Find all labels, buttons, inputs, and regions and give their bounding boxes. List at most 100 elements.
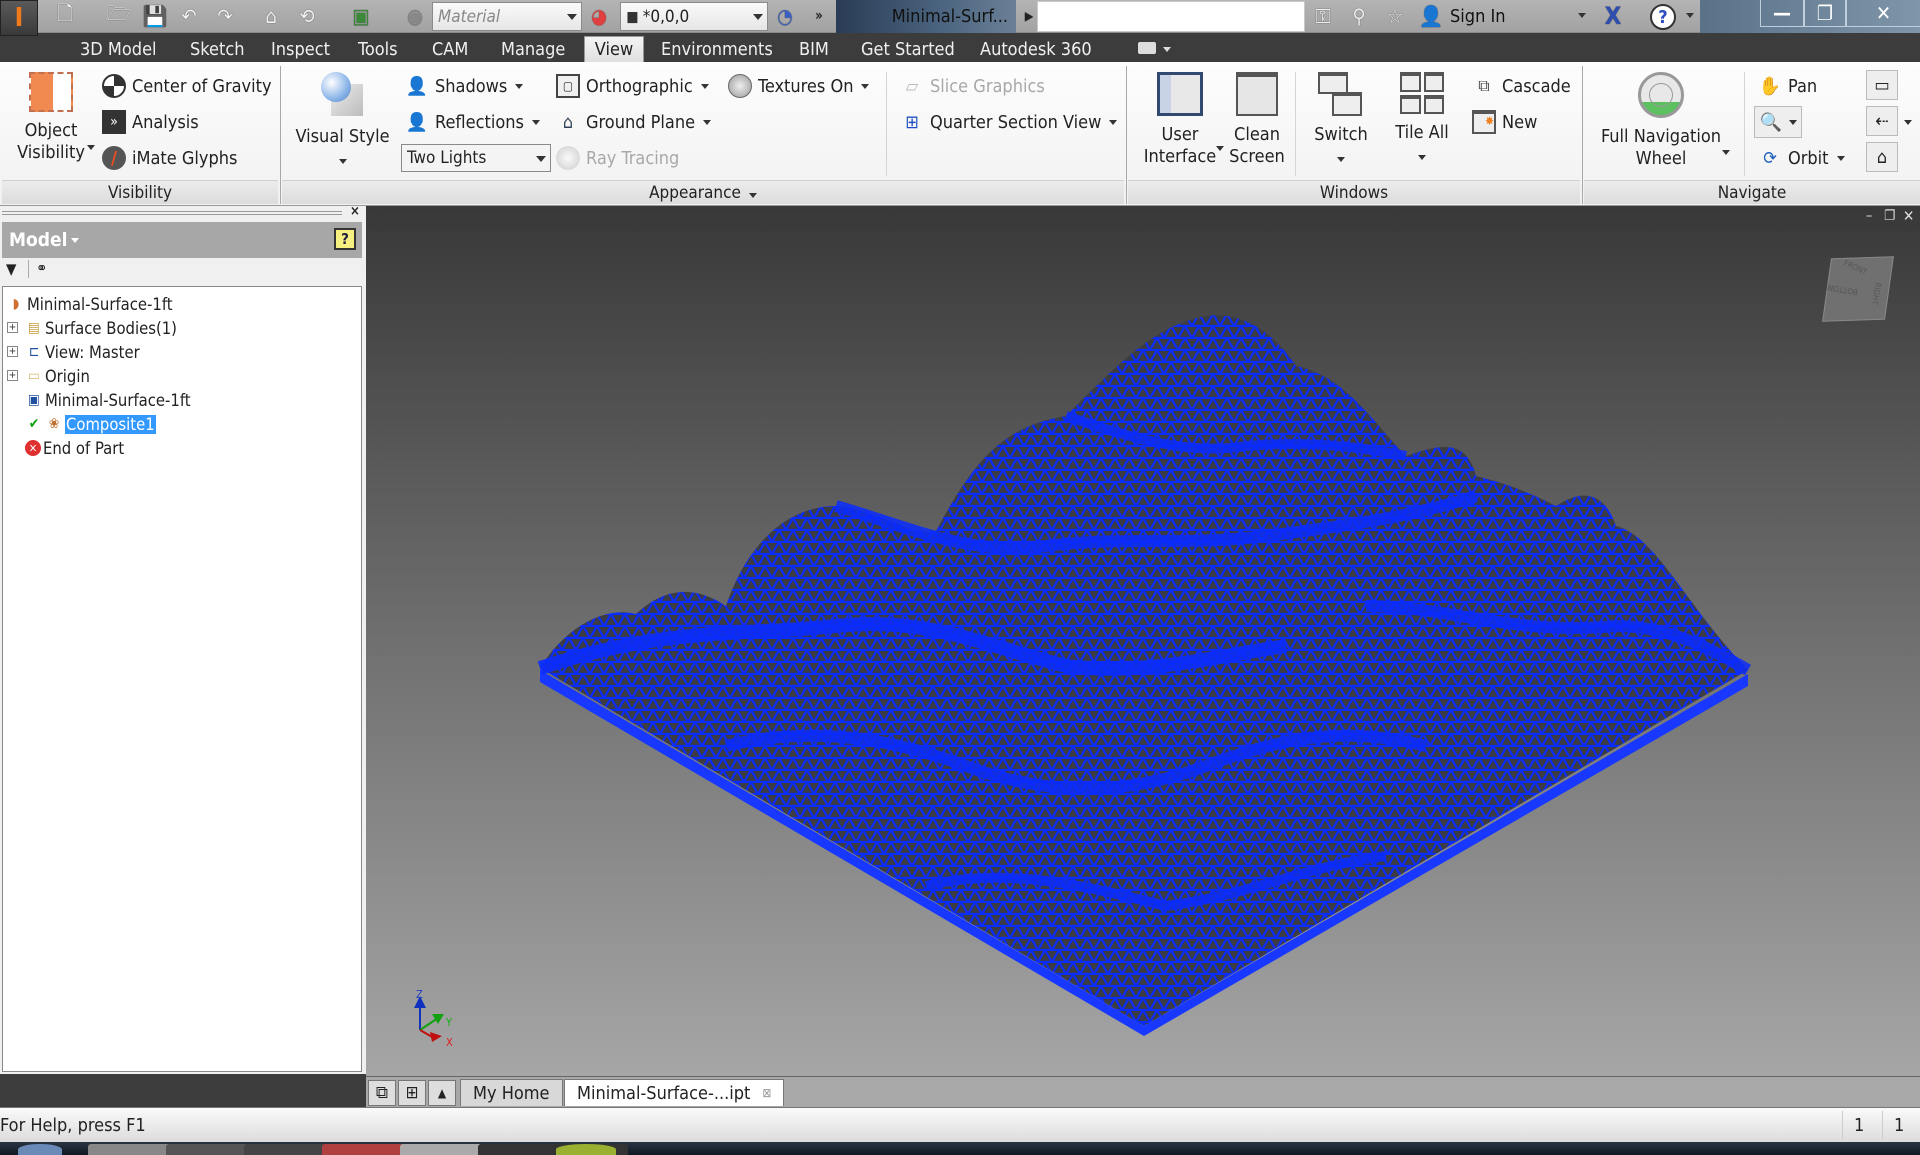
tab-environments[interactable]: Environments — [655, 36, 779, 62]
tab-close-icon[interactable]: ⊠ — [762, 1086, 771, 1100]
browser-help-icon[interactable]: ? — [334, 228, 356, 250]
color-wheel-icon[interactable]: ◕ — [586, 4, 612, 28]
quarter-section-view-button[interactable]: ⊞ Quarter Section View — [900, 110, 1118, 134]
object-visibility-dropdown-icon[interactable] — [87, 145, 95, 150]
satellite-icon[interactable]: ⚲ — [1346, 4, 1372, 28]
clean-screen-button[interactable]: Clean Screen — [1226, 72, 1288, 168]
imate-glyphs-button[interactable]: / iMate Glyphs — [102, 146, 237, 170]
user-interface-dropdown-icon[interactable] — [1216, 146, 1224, 151]
shadows-button[interactable]: 👤 Shadows — [405, 74, 524, 98]
new-icon[interactable]: 🗋 — [52, 1, 78, 28]
ribbon-options-icon[interactable] — [1163, 47, 1171, 52]
previous-view-button[interactable]: ⇠ — [1866, 106, 1898, 136]
tree-node[interactable]: ▣ Minimal-Surface-1ft — [25, 389, 191, 411]
user-interface-button[interactable]: User Interface — [1140, 72, 1220, 168]
browser-close-icon[interactable]: × — [350, 204, 360, 219]
minimize-ribbon-icon[interactable] — [1138, 42, 1156, 54]
imate-glyphs-icon: / — [102, 146, 126, 170]
reflections-button[interactable]: 👤 Reflections — [405, 110, 540, 134]
tab-my-home[interactable]: My Home — [460, 1079, 563, 1106]
object-visibility-button[interactable]: Object Visibility — [10, 72, 92, 164]
find-icon[interactable]: ⚭ — [36, 259, 47, 277]
visual-style-button[interactable]: Visual Style — [290, 72, 395, 170]
material-dropdown[interactable]: Material — [432, 2, 582, 31]
tab-cam[interactable]: CAM — [426, 36, 474, 62]
previous-view-dropdown-icon[interactable] — [1904, 120, 1912, 125]
star-icon[interactable]: ☆ — [1382, 4, 1408, 28]
start-button[interactable] — [18, 1144, 62, 1155]
expand-icon[interactable]: + — [7, 322, 18, 333]
lighting-style-dropdown[interactable]: Two Lights — [401, 144, 551, 172]
tile-windows-icon[interactable]: ⊞ — [398, 1080, 426, 1106]
cascade-button[interactable]: ⧉ Cascade — [1472, 74, 1570, 98]
overflow-icon[interactable]: » — [806, 4, 832, 28]
viewcube[interactable]: FRONT BOTTOM RIGHT — [1821, 251, 1896, 326]
material-sphere-icon[interactable]: ◉ — [402, 4, 428, 28]
restore-button[interactable]: ❐ — [1804, 0, 1846, 27]
tab-inspect[interactable]: Inspect — [265, 36, 336, 62]
tab-3d-model[interactable]: 3D Model — [74, 36, 163, 62]
tree-node[interactable]: ◗ Minimal-Surface-1ft — [7, 293, 173, 315]
return-icon[interactable]: ⟲ — [294, 4, 320, 28]
appearance-panel-label[interactable]: Appearance — [282, 180, 1124, 204]
tree-node[interactable]: ✕ End of Part — [25, 437, 124, 459]
orthographic-button[interactable]: ▢ Orthographic — [556, 74, 709, 98]
browser-grip[interactable] — [2, 211, 342, 215]
close-button[interactable]: ✕ — [1846, 0, 1920, 27]
switch-button[interactable]: Switch — [1304, 72, 1378, 168]
update-icon[interactable]: ▣ — [348, 4, 374, 28]
textures-on-button[interactable]: Textures On — [728, 74, 870, 98]
sign-in-link[interactable]: Sign In — [1450, 6, 1506, 27]
redo-icon[interactable]: ↷ — [212, 4, 238, 28]
taskbar-item[interactable] — [556, 1144, 616, 1155]
home-view-button[interactable]: ⌂ — [1866, 142, 1898, 172]
key-icon[interactable]: ⚿ — [1310, 4, 1336, 28]
tree-node[interactable]: + ▤ Surface Bodies(1) — [3, 317, 177, 339]
tab-autodesk-360[interactable]: Autodesk 360 — [974, 36, 1098, 62]
tree-node[interactable]: + ▭ Origin — [3, 365, 90, 387]
appearance-dropdown[interactable]: ◼ *0,0,0 — [620, 2, 768, 31]
search-input[interactable] — [1037, 1, 1305, 32]
app-menu-button[interactable]: I — [0, 0, 38, 36]
filter-icon[interactable]: ▼ — [6, 260, 16, 278]
full-navigation-wheel-button[interactable]: Full Navigation Wheel — [1596, 72, 1726, 170]
help-icon[interactable]: ? — [1650, 4, 1676, 30]
tree-node[interactable]: + ⊏ View: Master — [3, 341, 140, 363]
ray-tracing-button[interactable]: Ray Tracing — [556, 146, 679, 170]
look-at-button[interactable]: ▭ — [1866, 70, 1898, 100]
expand-icon[interactable]: + — [7, 346, 18, 357]
tile-all-button[interactable]: Tile All — [1384, 72, 1460, 166]
adjust-icon[interactable]: ◔ — [772, 4, 798, 28]
tab-manage[interactable]: Manage — [495, 36, 571, 62]
ground-plane-button[interactable]: ⌂ Ground Plane — [556, 110, 712, 134]
new-window-button[interactable]: ✸ New — [1472, 110, 1537, 134]
orbit-button[interactable]: ⟳ Orbit — [1758, 146, 1845, 170]
navigation-wheel-dropdown-icon[interactable] — [1722, 150, 1730, 155]
graphics-viewport[interactable]: – ❐ ✕ FRONT BOTTOM RIGHT Z Y X — [366, 206, 1920, 1076]
tab-minimal-surface[interactable]: Minimal-Surface-...ipt ⊠ — [564, 1079, 785, 1106]
zoom-button[interactable]: 🔍 — [1754, 106, 1802, 138]
expand-icon[interactable]: + — [7, 370, 18, 381]
open-icon[interactable]: 🗁 — [106, 1, 132, 28]
undo-icon[interactable]: ↶ — [176, 4, 202, 28]
pan-button[interactable]: ✋ Pan — [1758, 74, 1817, 98]
tab-bim[interactable]: BIM — [793, 36, 835, 62]
cascade-windows-icon[interactable]: ⧉ — [368, 1080, 396, 1106]
save-icon[interactable]: 💾 — [142, 4, 168, 28]
tab-sketch[interactable]: Sketch — [184, 36, 251, 62]
slice-graphics-button[interactable]: ▱ Slice Graphics — [900, 74, 1045, 98]
user-icon[interactable]: 👤 — [1418, 4, 1444, 28]
tab-view[interactable]: View — [584, 36, 644, 62]
browser-header[interactable]: Model ? — [2, 222, 362, 258]
exchange-icon[interactable]: X — [1600, 2, 1626, 30]
analysis-button[interactable]: » Analysis — [102, 110, 199, 134]
tab-get-started[interactable]: Get Started — [855, 36, 961, 62]
open-documents-icon[interactable]: ▲ — [428, 1080, 456, 1106]
tree-node[interactable]: ✔ ❀ Composite1 — [25, 413, 156, 435]
tab-tools[interactable]: Tools — [352, 36, 404, 62]
help-dropdown-icon[interactable] — [1686, 13, 1694, 18]
home-icon[interactable]: ⌂ — [258, 4, 284, 28]
sign-in-dropdown-icon[interactable] — [1578, 13, 1586, 18]
minimize-button[interactable]: — — [1760, 0, 1804, 27]
center-of-gravity-button[interactable]: Center of Gravity — [102, 74, 272, 98]
